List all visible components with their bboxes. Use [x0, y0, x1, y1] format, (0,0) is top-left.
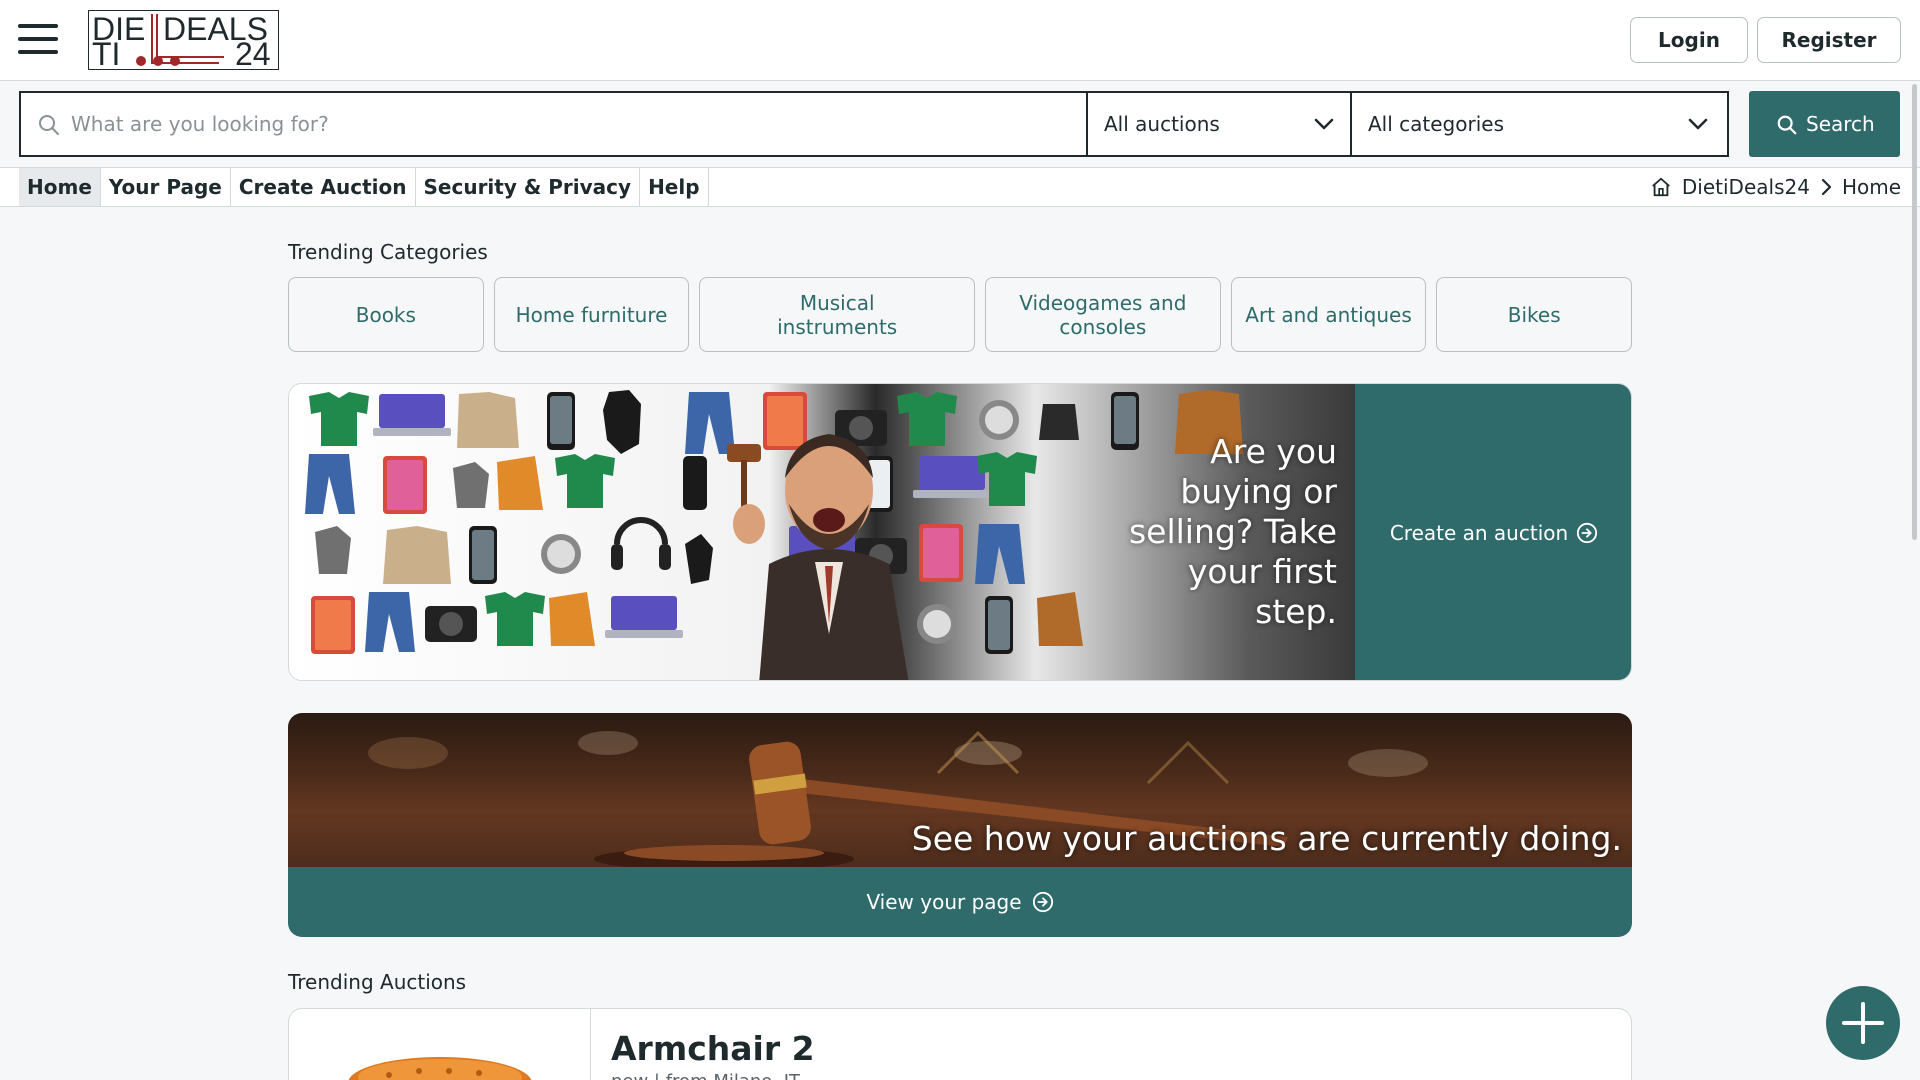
chevron-down-icon — [1314, 118, 1334, 130]
auction-card[interactable]: Armchair 2 new | from Milano, IT — [288, 1008, 1632, 1080]
nav-item-your-page[interactable]: Your Page — [101, 168, 231, 206]
stats-text: See how your auctions are currently doin… — [911, 819, 1622, 858]
search-input[interactable] — [71, 103, 1071, 145]
promo-text: Are you buying or selling? Take your fir… — [1128, 432, 1337, 631]
auctioneer-image — [727, 434, 909, 680]
search-icon — [39, 115, 59, 135]
stats-banner: See how your auctions are currently doin… — [288, 713, 1632, 937]
create-auction-link[interactable]: Create an auction — [1355, 384, 1631, 680]
home-icon — [1652, 177, 1670, 197]
nav-item-help[interactable]: Help — [640, 168, 709, 206]
login-button[interactable]: Login — [1630, 17, 1748, 63]
top-header: DIE TI DEALS 24 Login Register — [0, 0, 1920, 81]
breadcrumb-root[interactable]: DietiDeals24 — [1682, 175, 1810, 199]
nav-item-create-auction[interactable]: Create Auction — [231, 168, 416, 206]
plus-icon — [1842, 1002, 1884, 1044]
gavel-image: See how your auctions are currently doin… — [288, 713, 1632, 867]
search-field — [21, 93, 1088, 155]
logo[interactable]: DIE TI DEALS 24 — [88, 10, 279, 72]
breadcrumb-current: Home — [1841, 175, 1901, 199]
svg-text:24: 24 — [235, 36, 271, 69]
category-select[interactable]: All categories — [1352, 93, 1727, 155]
category-art-antiques[interactable]: Art and antiques — [1230, 277, 1427, 352]
chevron-down-icon — [1688, 118, 1708, 130]
create-auction-label: Create an auction — [1389, 521, 1569, 545]
category-bikes[interactable]: Bikes — [1436, 277, 1633, 352]
promo-banner: Are you buying or selling? Take your fir… — [288, 383, 1632, 681]
view-your-page-label: View your page — [866, 890, 1022, 914]
breadcrumb: DietiDeals24 Home — [1650, 168, 1901, 206]
search-bar: All auctions All categories — [19, 91, 1729, 157]
search-button[interactable]: Search — [1749, 91, 1900, 157]
nav-item-home[interactable]: Home — [19, 168, 101, 206]
trending-categories-title: Trending Categories — [288, 240, 488, 264]
category-home-furniture[interactable]: Home furniture — [493, 277, 690, 352]
category-value: All categories — [1368, 112, 1504, 136]
auction-meta: new | from Milano, IT — [611, 1071, 800, 1080]
auction-type-select[interactable]: All auctions — [1088, 93, 1352, 155]
search-icon — [1777, 115, 1797, 135]
nav-item-security-privacy[interactable]: Security & Privacy — [416, 168, 641, 206]
promo-image: Are you buying or selling? Take your fir… — [289, 384, 1355, 680]
arrow-right-circle-icon — [1032, 891, 1053, 913]
auction-thumbnail — [289, 1009, 591, 1080]
register-button[interactable]: Register — [1757, 17, 1901, 63]
svg-text:TI: TI — [92, 36, 120, 69]
category-videogames-consoles[interactable]: Videogames and consoles — [985, 277, 1221, 352]
arrow-right-circle-icon — [1577, 522, 1598, 544]
category-list: Books Home furniture Musical instruments… — [288, 277, 1633, 352]
chevron-right-icon — [1821, 178, 1832, 196]
category-books[interactable]: Books — [288, 277, 484, 352]
add-auction-button[interactable] — [1826, 986, 1900, 1060]
auction-title: Armchair 2 — [611, 1029, 815, 1068]
search-button-label: Search — [1806, 112, 1875, 136]
menu-icon[interactable] — [18, 24, 58, 54]
view-your-page-link[interactable]: View your page — [288, 867, 1632, 937]
trending-auctions-title: Trending Auctions — [288, 970, 467, 994]
scrollbar[interactable] — [1912, 84, 1917, 540]
auction-type-value: All auctions — [1104, 112, 1220, 136]
category-musical-instruments[interactable]: Musical instruments — [699, 277, 976, 352]
main-nav: Home Your Page Create Auction Security &… — [0, 167, 1920, 207]
